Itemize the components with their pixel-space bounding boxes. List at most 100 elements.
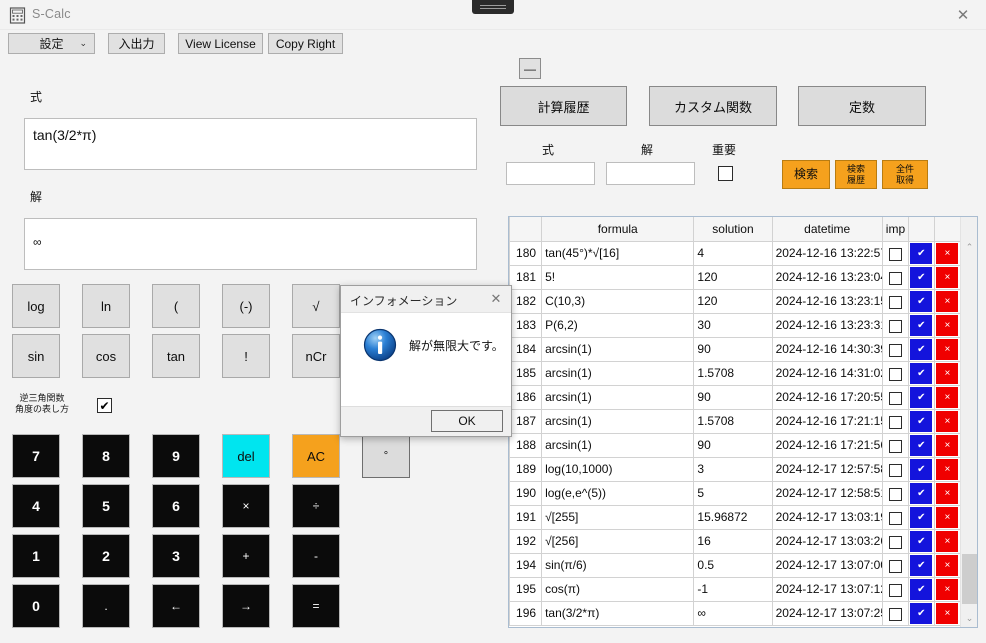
func-button-sqrt[interactable]: √ bbox=[292, 284, 340, 328]
table-row[interactable]: 189 log(10,1000) 3 2024-12-17 12:57:58 ✔ × bbox=[509, 456, 962, 482]
row-delete-button[interactable]: × bbox=[936, 339, 959, 360]
table-scrollbar[interactable]: ⌃ ⌄ bbox=[960, 217, 977, 627]
table-row[interactable]: 185 arcsin(1) 1.5708 2024-12-16 14:31:02 ✔ × bbox=[509, 360, 962, 386]
key-decimal[interactable]: . bbox=[82, 584, 130, 628]
table-row[interactable]: 187 arcsin(1) 1.5708 2024-12-16 17:21:15 ✔ × bbox=[509, 408, 962, 434]
row-imp-checkbox[interactable] bbox=[888, 440, 902, 453]
row-imp-checkbox[interactable] bbox=[888, 464, 902, 477]
key-0[interactable]: 0 bbox=[12, 584, 60, 628]
row-imp-checkbox[interactable] bbox=[888, 392, 902, 405]
row-confirm-button[interactable]: ✔ bbox=[910, 339, 933, 360]
collapse-panel-button[interactable]: — bbox=[519, 58, 541, 79]
func-button-tan[interactable]: tan bbox=[152, 334, 200, 378]
func-button-ncr[interactable]: nCr bbox=[292, 334, 340, 378]
key-1[interactable]: 1 bbox=[12, 534, 60, 578]
row-confirm-button[interactable]: ✔ bbox=[910, 507, 933, 528]
func-button-log[interactable]: log bbox=[12, 284, 60, 328]
table-row[interactable]: 188 arcsin(1) 90 2024-12-16 17:21:56 ✔ × bbox=[509, 432, 962, 458]
row-confirm-button[interactable]: ✔ bbox=[910, 531, 933, 552]
key-degree[interactable]: ° bbox=[362, 434, 410, 478]
key-2[interactable]: 2 bbox=[82, 534, 130, 578]
formula-input[interactable]: tan(3/2*π) bbox=[24, 118, 477, 170]
row-delete-button[interactable]: × bbox=[936, 267, 959, 288]
row-imp-checkbox[interactable] bbox=[888, 488, 902, 501]
table-row[interactable]: 192 √[256] 16 2024-12-17 13:03:26 ✔ × bbox=[509, 528, 962, 554]
row-confirm-button[interactable]: ✔ bbox=[910, 363, 933, 384]
key-divide[interactable]: ÷ bbox=[292, 484, 340, 528]
table-row[interactable]: 195 cos(π) -1 2024-12-17 13:07:12 ✔ × bbox=[509, 576, 962, 602]
row-delete-button[interactable]: × bbox=[936, 243, 959, 264]
row-delete-button[interactable]: × bbox=[936, 603, 959, 624]
key-5[interactable]: 5 bbox=[82, 484, 130, 528]
dialog-ok-button[interactable]: OK bbox=[431, 410, 503, 432]
row-confirm-button[interactable]: ✔ bbox=[910, 243, 933, 264]
row-imp-checkbox[interactable] bbox=[888, 248, 902, 261]
row-imp-checkbox[interactable] bbox=[888, 536, 902, 549]
row-imp-checkbox[interactable] bbox=[888, 296, 902, 309]
table-row[interactable]: 191 √[255] 15.96872 2024-12-17 13:03:19 ✔ × bbox=[509, 504, 962, 530]
inverse-trig-unit-checkbox[interactable]: ✔ bbox=[97, 398, 112, 413]
scroll-down-icon[interactable]: ⌄ bbox=[961, 610, 977, 627]
row-confirm-button[interactable]: ✔ bbox=[910, 603, 933, 624]
row-delete-button[interactable]: × bbox=[936, 507, 959, 528]
func-button-ln[interactable]: ln bbox=[82, 284, 130, 328]
table-row[interactable]: 182 C(10,3) 120 2024-12-16 13:23:15 ✔ × bbox=[509, 288, 962, 314]
key-plus[interactable]: + bbox=[222, 534, 270, 578]
func-button-open-paren[interactable]: ( bbox=[152, 284, 200, 328]
close-icon[interactable]: ✕ bbox=[940, 0, 986, 30]
row-confirm-button[interactable]: ✔ bbox=[910, 579, 933, 600]
row-delete-button[interactable]: × bbox=[936, 411, 959, 432]
search-history-button[interactable]: 検索 履歴 bbox=[835, 160, 877, 189]
row-confirm-button[interactable]: ✔ bbox=[910, 555, 933, 576]
tab-constants[interactable]: 定数 bbox=[798, 86, 926, 126]
get-all-button[interactable]: 全件 取得 bbox=[882, 160, 928, 189]
row-delete-button[interactable]: × bbox=[936, 315, 959, 336]
row-imp-checkbox[interactable] bbox=[888, 512, 902, 525]
table-row[interactable]: 186 arcsin(1) 90 2024-12-16 17:20:55 ✔ × bbox=[509, 384, 962, 410]
key-arrow-right[interactable]: → bbox=[222, 584, 270, 628]
table-row[interactable]: 194 sin(π/6) 0.5 2024-12-17 13:07:00 ✔ × bbox=[509, 552, 962, 578]
row-imp-checkbox[interactable] bbox=[888, 344, 902, 357]
row-delete-button[interactable]: × bbox=[936, 363, 959, 384]
tab-calculation-history[interactable]: 計算履歴 bbox=[500, 86, 627, 126]
row-delete-button[interactable]: × bbox=[936, 555, 959, 576]
func-button-factorial[interactable]: ! bbox=[222, 334, 270, 378]
row-imp-checkbox[interactable] bbox=[888, 608, 902, 621]
row-confirm-button[interactable]: ✔ bbox=[910, 459, 933, 480]
key-4[interactable]: 4 bbox=[12, 484, 60, 528]
snap-layout-handle[interactable] bbox=[472, 0, 514, 14]
key-multiply[interactable]: × bbox=[222, 484, 270, 528]
scrollbar-thumb[interactable] bbox=[962, 554, 977, 604]
row-confirm-button[interactable]: ✔ bbox=[910, 387, 933, 408]
row-delete-button[interactable]: × bbox=[936, 435, 959, 456]
row-imp-checkbox[interactable] bbox=[888, 272, 902, 285]
func-button-negate[interactable]: (-) bbox=[222, 284, 270, 328]
search-solution-input[interactable] bbox=[606, 162, 695, 185]
key-7[interactable]: 7 bbox=[12, 434, 60, 478]
scroll-up-icon[interactable]: ⌃ bbox=[961, 239, 977, 256]
copy-right-button[interactable]: Copy Right bbox=[268, 33, 343, 54]
row-delete-button[interactable]: × bbox=[936, 531, 959, 552]
key-equals[interactable]: = bbox=[292, 584, 340, 628]
view-license-button[interactable]: View License bbox=[178, 33, 263, 54]
row-confirm-button[interactable]: ✔ bbox=[910, 267, 933, 288]
row-confirm-button[interactable]: ✔ bbox=[910, 291, 933, 312]
key-3[interactable]: 3 bbox=[152, 534, 200, 578]
row-delete-button[interactable]: × bbox=[936, 459, 959, 480]
key-6[interactable]: 6 bbox=[152, 484, 200, 528]
key-arrow-left[interactable]: ← bbox=[152, 584, 200, 628]
table-row[interactable]: 183 P(6,2) 30 2024-12-16 13:23:31 ✔ × bbox=[509, 312, 962, 338]
row-delete-button[interactable]: × bbox=[936, 291, 959, 312]
row-confirm-button[interactable]: ✔ bbox=[910, 315, 933, 336]
table-row[interactable]: 184 arcsin(1) 90 2024-12-16 14:30:39 ✔ × bbox=[509, 336, 962, 362]
row-confirm-button[interactable]: ✔ bbox=[910, 435, 933, 456]
dialog-close-icon[interactable]: ✕ bbox=[485, 289, 507, 309]
table-row[interactable]: 196 tan(3/2*π) ∞ 2024-12-17 13:07:25 ✔ × bbox=[509, 600, 962, 626]
row-imp-checkbox[interactable] bbox=[888, 584, 902, 597]
tab-custom-function[interactable]: カスタム関数 bbox=[649, 86, 777, 126]
table-row[interactable]: 181 5! 120 2024-12-16 13:23:04 ✔ × bbox=[509, 264, 962, 290]
search-button[interactable]: 検索 bbox=[782, 160, 830, 189]
io-button[interactable]: 入出力 bbox=[108, 33, 165, 54]
func-button-sin[interactable]: sin bbox=[12, 334, 60, 378]
func-button-cos[interactable]: cos bbox=[82, 334, 130, 378]
